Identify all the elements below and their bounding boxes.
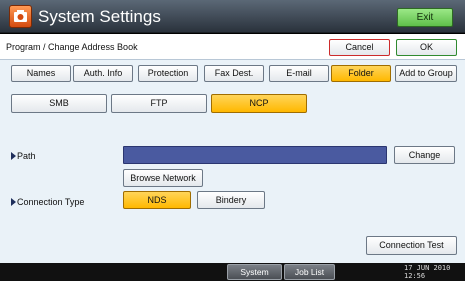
- tab-fax-dest[interactable]: Fax Dest.: [204, 65, 264, 82]
- window-title: System Settings: [38, 7, 161, 26]
- tab-add-to-group[interactable]: Add to Group: [395, 65, 457, 82]
- connection-test-button[interactable]: Connection Test: [366, 236, 457, 255]
- change-path-button[interactable]: Change: [394, 146, 455, 164]
- path-label: Path: [17, 151, 36, 161]
- connection-nds-button[interactable]: NDS: [123, 191, 191, 209]
- breadcrumb: Program / Change Address Book: [6, 42, 138, 52]
- title-bar: System Settings Exit: [0, 0, 465, 33]
- browse-network-button[interactable]: Browse Network: [123, 169, 203, 187]
- exit-button[interactable]: Exit: [397, 8, 453, 27]
- path-field: [123, 146, 387, 164]
- tab-auth-info[interactable]: Auth. Info: [73, 65, 133, 82]
- system-status-button[interactable]: System Status: [227, 264, 282, 280]
- protocol-ncp-button[interactable]: NCP: [211, 94, 307, 113]
- clock-date: 17 JUN 2010: [404, 264, 451, 272]
- ok-button[interactable]: OK: [396, 39, 457, 56]
- protocol-smb-button[interactable]: SMB: [11, 94, 107, 113]
- connection-type-label-row: Connection Type: [11, 197, 84, 207]
- connection-bindery-button[interactable]: Bindery: [197, 191, 265, 209]
- settings-app-icon: [9, 5, 32, 28]
- clock-time: 12:56: [404, 272, 426, 280]
- status-bar: System Status Job List 17 JUN 2010 12:56: [0, 263, 465, 281]
- path-label-row: Path: [11, 151, 36, 161]
- protocol-ftp-button[interactable]: FTP: [111, 94, 207, 113]
- tab-email[interactable]: E-mail: [269, 65, 329, 82]
- tab-folder[interactable]: Folder: [331, 65, 391, 82]
- tab-protection[interactable]: Protection: [138, 65, 198, 82]
- arrow-right-icon: [11, 198, 16, 206]
- connection-type-label: Connection Type: [17, 197, 85, 207]
- header-row: Program / Change Address Book Cancel OK: [0, 34, 465, 60]
- cancel-button[interactable]: Cancel: [329, 39, 390, 56]
- arrow-right-icon: [11, 152, 16, 160]
- clock: 17 JUN 2010 12:56: [404, 264, 450, 280]
- job-list-button[interactable]: Job List: [284, 264, 335, 280]
- main-panel: Program / Change Address Book Cancel OK …: [0, 34, 465, 263]
- tab-names[interactable]: Names: [11, 65, 71, 82]
